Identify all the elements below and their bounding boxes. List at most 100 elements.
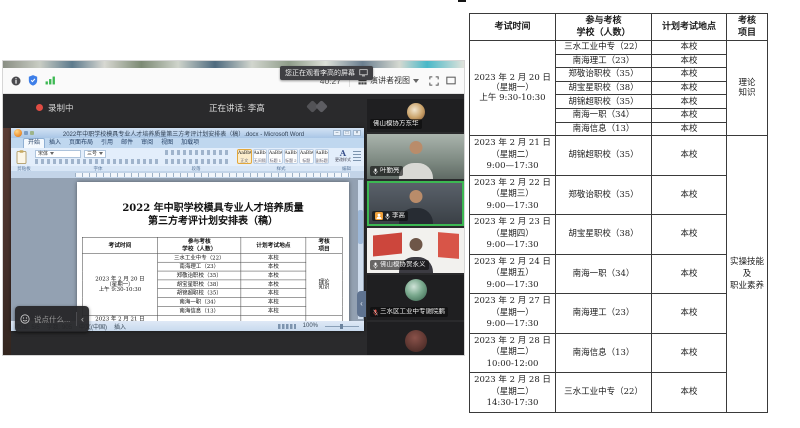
participant-tile-2[interactable]: 李高 xyxy=(367,181,464,226)
exam-time-cell: 2023 年 2 月 22 日 （星期三） 9:00—17:30 xyxy=(470,175,556,215)
schedule-row: 2023 年 2 月 20 日 （星期一） 上午 9:30-10:30三水工业中… xyxy=(470,41,768,55)
ribbon-tabs: 开始插入页面布局引用邮件审阅视图加载项 xyxy=(11,138,364,148)
font-size-select[interactable]: 三号 xyxy=(84,150,106,158)
change-styles-label: 更改样式 xyxy=(332,157,354,163)
schedule-header-cell: 考试时间 xyxy=(470,14,556,41)
mic-muted-icon xyxy=(373,309,378,316)
location-cell: 本校 xyxy=(652,122,727,136)
chat-collapse-button[interactable]: ‹ xyxy=(81,315,84,324)
project-cell: 理论 知识 xyxy=(306,253,342,315)
style-chip-label: 标题 xyxy=(300,158,313,163)
chat-input[interactable]: 说点什么... xyxy=(34,314,72,325)
location-cell: 本校 xyxy=(241,271,306,280)
undo-button[interactable] xyxy=(30,131,34,135)
recording-dot-icon xyxy=(36,104,43,111)
video-filmstrip-sliver xyxy=(3,61,464,68)
host-badge-icon xyxy=(375,212,383,220)
scrollbar-thumb[interactable] xyxy=(358,210,363,244)
school-cell: 南海一职（34） xyxy=(556,108,652,122)
schedule-header-cell: 考核 项目 xyxy=(727,14,768,41)
word-window-title: 2022年中职学校模具专业人才培养质量第三方考评计划安排表（稿）.docx - … xyxy=(36,129,331,138)
ribbon-group-label-0: 剪贴板 xyxy=(11,166,37,171)
schedule-row: 2023 年 2 月 28 日 （星期二） 14:30-17:30三水工业中专（… xyxy=(470,373,768,413)
school-cell: 胡宝星职校（38） xyxy=(556,215,652,255)
location-cell: 本校 xyxy=(241,298,306,307)
schedule-table-body: 2023 年 2 月 20 日 （星期一） 上午 9:30-10:30三水工业中… xyxy=(82,253,342,321)
location-cell: 本校 xyxy=(652,215,727,255)
style-chip-2[interactable]: AaBbC标题 1 xyxy=(268,149,283,164)
schedule-row: 2023 年 2 月 20 日 （星期一） 上午 9:30-10:30三水工业中… xyxy=(82,253,342,262)
save-button[interactable] xyxy=(24,131,28,135)
recording-label: 录制中 xyxy=(48,102,74,114)
maximize-button[interactable]: □ xyxy=(343,130,351,136)
paragraph-buttons-row1[interactable] xyxy=(165,150,231,155)
chevron-down-icon xyxy=(413,79,419,83)
school-cell: 南海理工（23） xyxy=(556,54,652,68)
ribbon-tab-3[interactable]: 引用 xyxy=(97,139,117,148)
font-format-buttons[interactable] xyxy=(35,159,159,164)
school-cell: 南海理工（23） xyxy=(158,262,241,271)
participant-tile-5[interactable] xyxy=(367,322,464,355)
participant-tile-0[interactable]: 佛山模协方东华 xyxy=(367,99,464,132)
status-insert-mode: 插入 xyxy=(114,322,126,331)
schedule-header-row: 考试时间参与考核 学校（人数）计划考试地点考核 项目 xyxy=(470,14,768,41)
participant-name-tag: 李高 xyxy=(372,211,408,221)
style-chip-label: 正文 xyxy=(238,158,251,163)
float-window-icon[interactable] xyxy=(446,76,456,85)
minimize-button[interactable]: – xyxy=(333,130,341,136)
shared-word-window: 2022年中职学校模具专业人才培养质量第三方考评计划安排表（稿）.docx - … xyxy=(11,128,364,331)
ribbon-tab-7[interactable]: 加载项 xyxy=(177,139,203,148)
participant-name-tag: 叶勤亮 xyxy=(370,166,403,176)
zoom-slider[interactable] xyxy=(325,326,359,327)
style-chip-4[interactable]: AaBbC标题 xyxy=(299,149,314,164)
participant-tile-1[interactable]: 叶勤亮 xyxy=(367,134,464,179)
meeting-app-logo xyxy=(306,100,332,114)
style-chip-5[interactable]: AaBbC副标题 xyxy=(315,149,330,164)
ribbon-tab-4[interactable]: 邮件 xyxy=(117,139,137,148)
fullscreen-icon[interactable] xyxy=(429,76,439,86)
style-chip-sample: AaBbCcDd xyxy=(254,150,267,158)
school-cell: 胡锦超职校（35） xyxy=(556,95,652,109)
chat-input-pill[interactable]: 说点什么... ‹ xyxy=(15,306,89,332)
view-switch-buttons[interactable] xyxy=(278,324,296,329)
location-cell: 本校 xyxy=(652,95,727,109)
location-cell: 本校 xyxy=(652,54,727,68)
participant-tile-3[interactable]: 佛山模协贺永义 xyxy=(367,228,464,273)
ribbon-tab-2[interactable]: 页面布局 xyxy=(65,139,97,148)
style-chip-0[interactable]: AaBbCcDd正文 xyxy=(237,149,252,164)
security-shield-icon[interactable] xyxy=(28,75,38,86)
change-styles-button[interactable]: A 更改样式 xyxy=(332,149,354,163)
ribbon-tab-5[interactable]: 审阅 xyxy=(137,139,157,148)
office-button[interactable] xyxy=(14,129,22,137)
ribbon-tab-1[interactable]: 插入 xyxy=(45,139,65,148)
meeting-info-icon[interactable] xyxy=(11,76,21,86)
meeting-toolbar: 40:27 演讲者视图 xyxy=(3,68,464,94)
school-cell: 三水工业中专（22） xyxy=(556,41,652,55)
style-chip-label: 标题 2 xyxy=(285,158,298,163)
schedule-header-cell: 参与考核 学校（人数） xyxy=(556,14,652,41)
school-cell: 南海一职（34） xyxy=(556,254,652,294)
schedule-row: 2023 年 2 月 24 日 （星期五） 9:00—17:30南海一职（34）… xyxy=(470,254,768,294)
school-cell: 南海信息（13） xyxy=(556,122,652,136)
editing-group-buttons[interactable] xyxy=(353,151,361,161)
schedule-header-cell: 计划考试地点 xyxy=(652,14,727,41)
word-title-bar: 2022年中职学校模具专业人才培养质量第三方考评计划安排表（稿）.docx - … xyxy=(11,128,364,138)
ribbon-tab-0[interactable]: 开始 xyxy=(23,138,45,148)
panel-collapse-handle[interactable]: ‹ xyxy=(357,291,366,317)
ribbon-group-label-2: 段落 xyxy=(159,166,233,171)
project-cell: 理论 知识 xyxy=(727,41,768,136)
chat-divider xyxy=(76,312,77,326)
schedule-row: 2023 年 2 月 23 日 （星期四） 9:00—17:30胡宝星职校（38… xyxy=(470,215,768,255)
style-chip-1[interactable]: AaBbCcDd无间隔 xyxy=(253,149,268,164)
location-cell: 本校 xyxy=(241,262,306,271)
emoji-icon[interactable] xyxy=(20,314,30,324)
network-signal-icon[interactable] xyxy=(45,76,56,85)
close-button[interactable]: × xyxy=(353,130,361,136)
participant-tile-4[interactable]: 三水区工业中专谢院鹏 xyxy=(367,275,464,320)
font-name-select[interactable]: 宋体 xyxy=(35,150,81,158)
ribbon-content: 宋体 三号 AaBbCcDd正文AaBbCcDd无间隔AaBbC标题 1AaBb… xyxy=(11,148,364,166)
exam-time-cell: 2023 年 2 月 23 日 （星期四） 9:00—17:30 xyxy=(470,215,556,255)
style-chip-3[interactable]: AaBbC标题 2 xyxy=(284,149,299,164)
paragraph-buttons-row2[interactable] xyxy=(165,159,231,164)
ribbon-tab-6[interactable]: 视图 xyxy=(157,139,177,148)
